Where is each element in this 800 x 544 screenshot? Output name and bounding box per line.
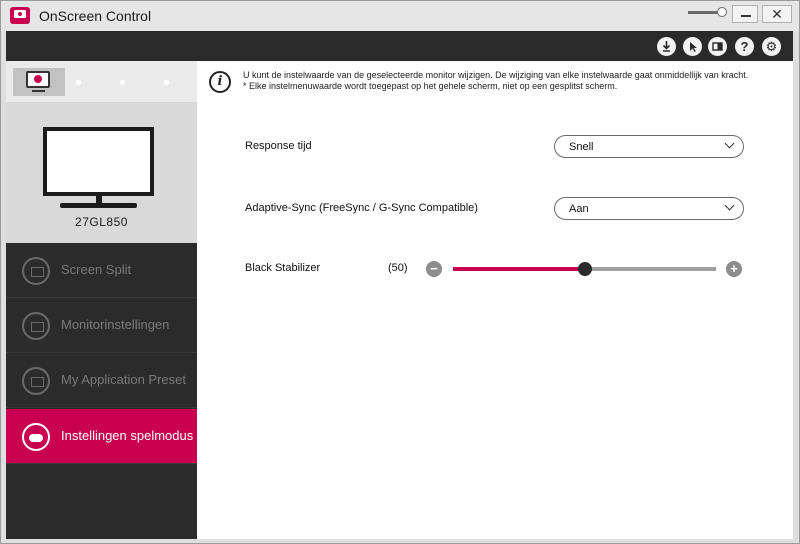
sidebar-item-monitor-settings[interactable]: Monitorinstellingen [6, 298, 197, 353]
sidebar-item-app-preset[interactable]: My Application Preset [6, 353, 197, 408]
app-window: OnScreen Control ✕ ? ⚙ 27GL850 Screen Sp… [0, 0, 800, 544]
size-slider-knob[interactable] [717, 7, 727, 17]
monitor-toggle-icon[interactable] [708, 37, 727, 56]
window-title: OnScreen Control [39, 8, 152, 24]
sidebar-item-label: Instellingen spelmodus [61, 428, 194, 443]
info-line-2: * Elke instelmenuwaarde wordt toegepast … [243, 81, 618, 91]
sidebar-item-game-mode-settings[interactable]: Instellingen spelmodus [6, 409, 197, 464]
info-text: U kunt de instelwaarde van de geselectee… [243, 70, 783, 92]
info-icon: i [209, 71, 231, 93]
monitor-icon [26, 71, 50, 88]
cursor-icon[interactable] [683, 37, 702, 56]
slider-thumb[interactable] [578, 262, 592, 276]
monitor-base [60, 203, 137, 208]
adaptive-sync-value: Aan [569, 203, 589, 215]
slider-fill [453, 267, 585, 271]
black-stabilizer-value: (50) [388, 262, 408, 274]
sidebar-item-label: My Application Preset [61, 372, 187, 387]
onscreen-control-app-icon [10, 7, 30, 24]
sidebar-nav: Screen Split Monitorinstellingen My Appl… [6, 243, 197, 464]
app-preset-icon [22, 367, 50, 395]
monitor-stand-icon [32, 90, 45, 92]
monitor-settings-icon [22, 312, 50, 340]
monitor-tab-2[interactable] [76, 80, 81, 85]
monitor-tab-1[interactable] [13, 68, 65, 96]
window-size-slider[interactable] [688, 7, 727, 17]
download-icon[interactable] [657, 37, 676, 56]
screen-split-icon [22, 257, 50, 285]
info-line-1: U kunt de instelwaarde van de geselectee… [243, 70, 749, 80]
response-time-value: Snell [569, 141, 594, 153]
monitor-neck [96, 196, 102, 203]
decrease-button[interactable]: − [426, 261, 442, 277]
close-button[interactable]: ✕ [762, 5, 792, 23]
top-toolbar: ? ⚙ [6, 31, 793, 61]
response-time-label: Response tijd [245, 140, 312, 152]
monitor-tabs [6, 61, 197, 102]
sidebar-item-label: Screen Split [61, 262, 132, 277]
monitor-tab-4[interactable] [164, 80, 169, 85]
adaptive-sync-label: Adaptive-Sync (FreeSync / G-Sync Compati… [245, 202, 478, 214]
monitor-preview: 27GL850 [6, 102, 197, 243]
monitor-tab-3[interactable] [120, 80, 125, 85]
title-bar: OnScreen Control ✕ [1, 1, 799, 31]
increase-button[interactable]: + [726, 261, 742, 277]
minimize-button[interactable] [732, 5, 758, 23]
black-stabilizer-label: Black Stabilizer [245, 262, 321, 274]
help-icon[interactable]: ? [735, 37, 754, 56]
adaptive-sync-select[interactable]: Aan [554, 197, 744, 220]
monitor-model-label: 27GL850 [75, 215, 128, 229]
chevron-down-icon [724, 138, 735, 149]
gamepad-icon [22, 423, 50, 451]
main-panel: i U kunt de instelwaarde van de geselect… [197, 61, 793, 539]
chevron-down-icon [724, 200, 735, 211]
sidebar-item-label: Monitorinstellingen [61, 317, 170, 332]
gear-icon[interactable]: ⚙ [762, 37, 781, 56]
sidebar-item-screen-split[interactable]: Screen Split [6, 243, 197, 298]
black-stabilizer-slider[interactable] [453, 262, 716, 276]
sidebar: 27GL850 Screen Split Monitorinstellingen… [6, 61, 197, 539]
monitor-screen-illustration [43, 127, 154, 196]
response-time-select[interactable]: Snell [554, 135, 744, 158]
